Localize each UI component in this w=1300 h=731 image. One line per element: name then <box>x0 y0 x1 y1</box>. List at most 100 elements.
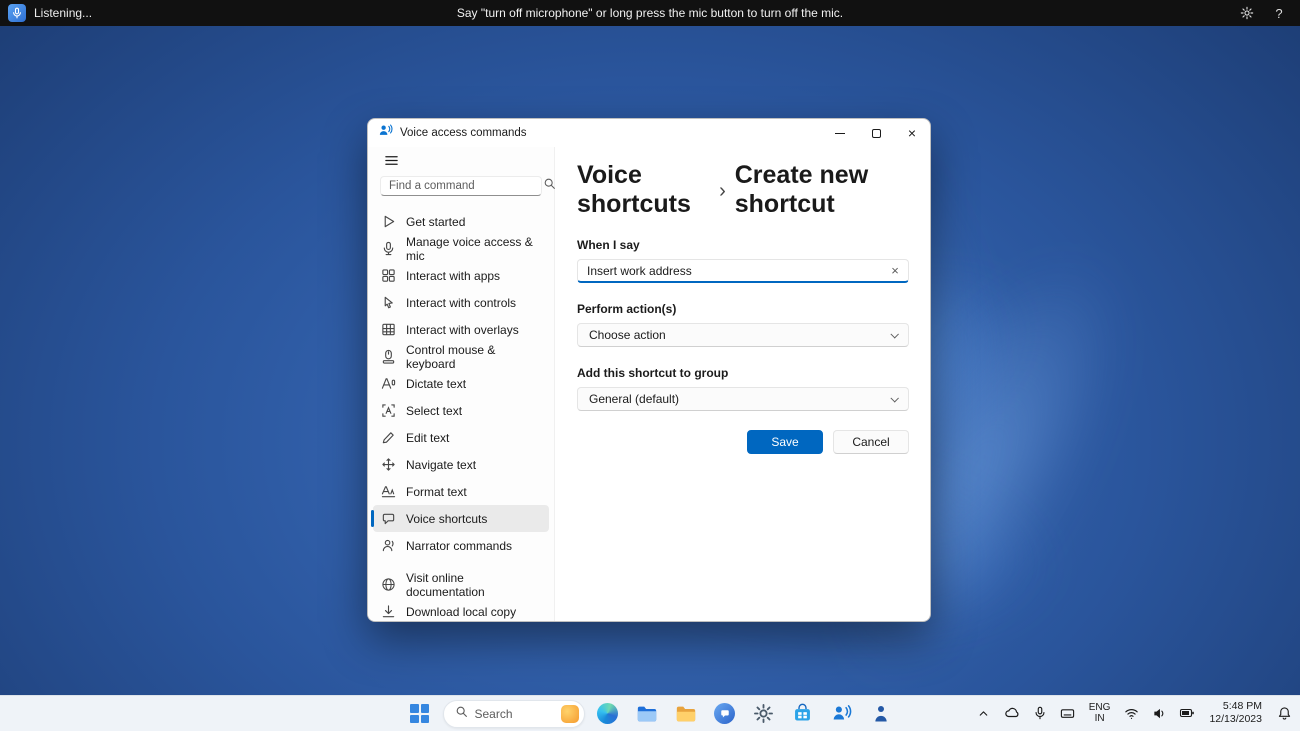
main-content: Voice shortcuts › Create new shortcut Wh… <box>555 147 930 621</box>
cancel-button[interactable]: Cancel <box>833 430 909 454</box>
taskbar: Search ENG IN 5:48 PM 12/13/2023 <box>0 695 1300 731</box>
edit-text-icon <box>381 430 396 445</box>
sidebar-item-get-started[interactable]: Get started <box>373 208 549 235</box>
sidebar-item-label: Edit text <box>406 430 450 445</box>
hamburger-icon <box>384 156 398 165</box>
sidebar-item-interact-with-apps[interactable]: Interact with apps <box>373 262 549 289</box>
touch-keyboard-icon[interactable] <box>1056 699 1080 727</box>
narrator-icon <box>381 538 396 553</box>
accessibility-person-icon <box>874 705 887 721</box>
sidebar-item-label: Select text <box>406 403 463 418</box>
folder-app-button[interactable] <box>670 699 702 729</box>
overlay-grid-icon <box>381 322 396 337</box>
edge-app-button[interactable] <box>592 699 624 729</box>
start-button[interactable] <box>404 699 436 729</box>
menu-button[interactable] <box>376 153 406 168</box>
sidebar-item-online-documentation[interactable]: Visit online documentation <box>373 571 549 599</box>
window-titlebar[interactable]: Voice access commands × <box>368 119 930 147</box>
maximize-button[interactable] <box>858 119 894 147</box>
voice-settings-gear-icon[interactable] <box>1238 4 1256 22</box>
when-i-say-label: When I say <box>577 238 640 252</box>
sidebar-item-dictate-text[interactable]: Dictate text <box>373 370 549 397</box>
window-body: Get started Manage voice access & mic In… <box>368 147 930 621</box>
sidebar-item-edit-text[interactable]: Edit text <box>373 424 549 451</box>
voice-bar-left: Listening... <box>0 4 220 22</box>
sidebar-item-label: Interact with overlays <box>406 322 519 337</box>
sidebar-item-format-text[interactable]: Format text <box>373 478 549 505</box>
clear-input-icon[interactable]: × <box>886 262 904 280</box>
sidebar-item-label: Interact with apps <box>406 268 501 283</box>
choose-action-dropdown[interactable]: Choose action <box>577 323 909 347</box>
clock[interactable]: 5:48 PM 12/13/2023 <box>1203 700 1268 726</box>
hidden-icons-chevron-icon[interactable] <box>972 699 996 727</box>
sidebar-item-label: Interact with controls <box>406 295 517 310</box>
sidebar-item-download-local-copy[interactable]: Download local copy <box>373 598 549 621</box>
breadcrumb: Voice shortcuts › Create new shortcut <box>577 161 907 219</box>
edge-icon <box>597 703 618 724</box>
tray-date: 12/13/2023 <box>1209 713 1262 725</box>
volume-icon[interactable] <box>1147 699 1171 727</box>
sidebar-item-label: Get started <box>406 214 466 229</box>
accessibility-app-button[interactable] <box>865 699 897 729</box>
group-value: General (default) <box>589 392 680 406</box>
settings-gear-icon <box>754 704 773 723</box>
search-icon <box>455 705 468 723</box>
sidebar-item-label: Format text <box>406 484 467 499</box>
sidebar: Get started Manage voice access & mic In… <box>368 147 555 621</box>
mic-icon <box>381 241 396 256</box>
chevron-down-icon <box>890 330 899 339</box>
notification-bell-icon[interactable] <box>1272 699 1296 727</box>
tray-time: 5:48 PM <box>1222 699 1262 712</box>
group-dropdown[interactable]: General (default) <box>577 387 909 411</box>
sidebar-item-manage-voice-access[interactable]: Manage voice access & mic <box>373 235 549 263</box>
close-button[interactable]: × <box>894 119 930 147</box>
group-label: Add this shortcut to group <box>577 366 729 380</box>
sidebar-item-interact-with-controls[interactable]: Interact with controls <box>373 289 549 316</box>
windows-start-icon <box>410 704 429 723</box>
voice-access-mic-button[interactable] <box>8 4 26 22</box>
store-icon <box>795 703 810 721</box>
breadcrumb-voice-shortcuts[interactable]: Voice shortcuts <box>577 161 710 219</box>
page-title: Create new shortcut <box>734 161 869 218</box>
sidebar-item-label: Navigate text <box>406 457 477 472</box>
action-buttons: Save Cancel <box>577 430 909 454</box>
dictate-text-icon <box>381 376 396 391</box>
sidebar-item-voice-shortcuts[interactable]: Voice shortcuts <box>371 505 549 532</box>
sidebar-item-control-mouse-keyboard[interactable]: Control mouse & keyboard <box>373 342 549 371</box>
system-tray: ENG IN 5:48 PM 12/13/2023 <box>972 695 1296 731</box>
sidebar-item-label: Control mouse & keyboard <box>406 342 496 371</box>
chevron-down-icon <box>890 394 899 403</box>
sidebar-item-interact-with-overlays[interactable]: Interact with overlays <box>373 316 549 343</box>
settings-app-button[interactable] <box>748 699 780 729</box>
command-search-input[interactable] <box>389 180 543 192</box>
voice-help-icon[interactable]: ? <box>1270 4 1288 22</box>
folder-icon <box>676 706 695 721</box>
download-icon <box>381 604 396 619</box>
voice-bar-message: Say "turn off microphone" or long press … <box>456 6 844 20</box>
when-i-say-input[interactable] <box>587 263 886 278</box>
sidebar-item-navigate-text[interactable]: Navigate text <box>373 451 549 478</box>
voice-bar-right: ? <box>1080 4 1300 22</box>
voice-status-text: Listening... <box>34 6 93 20</box>
language-region: IN <box>1094 713 1105 724</box>
wifi-icon[interactable] <box>1119 699 1143 727</box>
onedrive-cloud-icon[interactable] <box>1000 699 1024 727</box>
cursor-icon <box>381 295 396 310</box>
save-button[interactable]: Save <box>747 430 823 454</box>
screen: Listening... Say "turn off microphone" o… <box>0 0 1300 731</box>
voice-access-app-button[interactable] <box>826 699 858 729</box>
file-explorer-app-button[interactable] <box>631 699 663 729</box>
sidebar-item-narrator-commands[interactable]: Narrator commands <box>373 532 549 559</box>
voice-access-icon <box>833 705 852 720</box>
minimize-button[interactable] <box>822 119 858 147</box>
sidebar-item-select-text[interactable]: Select text <box>373 397 549 424</box>
taskbar-search[interactable]: Search <box>442 699 585 728</box>
sidebar-nav: Get started Manage voice access & mic In… <box>368 208 554 621</box>
language-switcher[interactable]: ENG IN <box>1084 702 1116 725</box>
store-app-button[interactable] <box>787 699 819 729</box>
tray-mic-icon[interactable] <box>1028 699 1052 727</box>
battery-icon[interactable] <box>1175 699 1199 727</box>
sidebar-item-label: Voice shortcuts <box>406 511 488 526</box>
chat-app-button[interactable] <box>709 699 741 729</box>
search-highlights-icon <box>560 704 579 723</box>
